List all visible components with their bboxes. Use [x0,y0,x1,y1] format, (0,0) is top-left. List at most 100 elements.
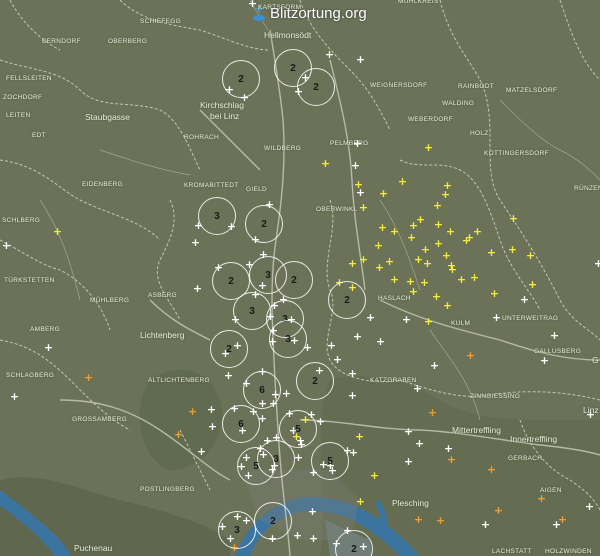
strike-marker-yellow: + [358,253,369,266]
strike-marker-yellow: + [355,495,366,508]
strike-marker-yellow: + [527,278,538,291]
strike-marker-yellow: + [397,175,408,188]
place-label: HOLZWINDEN [545,548,592,555]
strike-cluster[interactable]: 2 [275,261,313,299]
strike-marker-orange: + [536,492,547,505]
strike-marker-recent: + [491,311,502,324]
strike-cluster[interactable]: 5 [311,442,349,480]
strike-marker-recent: + [539,354,550,367]
strike-marker-recent: + [401,313,412,326]
place-label: Mittertreffling [452,425,501,435]
strike-marker-yellow: + [508,212,519,225]
place-label: SCHIEFEGG [140,18,181,25]
strike-marker-recent: + [247,0,258,10]
strike-marker-yellow: + [408,285,419,298]
place-label: ZOCHDORF [3,94,43,101]
cluster-count: 5 [253,460,259,472]
strike-cluster[interactable]: 6 [243,371,281,409]
place-label: GERBACH [508,455,543,462]
cluster-count: 2 [238,73,244,85]
strike-cluster[interactable]: 3 [269,320,307,358]
strike-marker-yellow: + [378,187,389,200]
strike-cluster[interactable]: 2 [328,281,366,319]
cluster-count: 2 [228,275,234,287]
strike-marker-orange: + [173,428,184,441]
strike-marker-yellow: + [419,276,430,289]
strike-marker-recent: + [207,420,218,433]
strike-marker-yellow: + [433,237,444,250]
place-label: Plesching [392,498,429,508]
strike-marker-recent: + [549,329,560,342]
place-label: GROSSAMBERG [72,416,127,423]
place-label: RÜNZENBERG [574,185,600,192]
strike-marker-yellow: + [507,243,518,256]
strike-marker-yellow: + [389,273,400,286]
cluster-count: 2 [290,62,296,74]
strike-marker-orange: + [557,513,568,526]
strike-marker-recent: + [414,437,425,450]
strike-cluster[interactable]: 5 [237,447,275,485]
place-label: KOTTINGERSDORF [484,150,549,157]
strike-marker-yellow: + [489,287,500,300]
cluster-count: 2 [313,81,319,93]
strike-marker-yellow: + [486,246,497,259]
strike-marker-orange: + [446,453,457,466]
cluster-count: 6 [238,418,244,430]
place-label: POSTLINGBERG [140,486,195,493]
strike-marker-yellow: + [353,178,364,191]
strike-cluster[interactable]: 2 [210,330,248,368]
strike-marker-recent: + [355,53,366,66]
strike-marker-recent: + [365,311,376,324]
cluster-count: 3 [285,333,291,345]
place-label: GIELD [246,186,268,193]
cluster-count: 3 [234,524,240,536]
strike-cluster[interactable]: 2 [296,362,334,400]
strike-marker-recent: + [585,408,596,421]
strike-marker-yellow: + [422,257,433,270]
place-label: FELLSLEITEN [6,75,52,82]
strike-cluster[interactable]: 2 [297,68,335,106]
cluster-count: 3 [214,210,220,222]
strike-marker-yellow: + [408,219,419,232]
place-label: LEITEN [6,112,31,119]
strike-cluster[interactable]: 3 [198,197,236,235]
strike-marker-yellow: + [464,231,475,244]
strike-marker-yellow: + [446,259,457,272]
strike-marker-yellow: + [347,257,358,270]
lightning-map[interactable]: Blitzortung.org KARTSFORM MÜHLKREIS Hellmo… [0,0,600,556]
strike-marker-yellow: + [433,218,444,231]
strike-marker-yellow: + [406,231,417,244]
strike-cluster[interactable]: 2 [254,502,292,540]
place-label: KARTSFORM [258,4,302,11]
strike-marker-recent: + [9,390,20,403]
cluster-count: 2 [312,375,318,387]
strike-marker-recent: + [403,455,414,468]
place-label: Staubgasse [85,112,130,122]
place-label: EIDENBERG [82,181,123,188]
strike-cluster[interactable]: 6 [222,405,260,443]
strike-marker-recent: + [480,518,491,531]
strike-marker-recent: + [584,500,595,513]
strike-marker-yellow: + [369,469,380,482]
place-label: HASLACH [378,295,411,302]
place-label: AMBERG [30,326,60,333]
strike-cluster[interactable]: 3 [233,292,271,330]
place-label: G [592,355,599,365]
cluster-count: 6 [259,384,265,396]
strike-cluster[interactable]: 3 [218,511,256,549]
strike-marker-recent: + [196,445,207,458]
strike-cluster[interactable]: 2 [222,60,260,98]
place-label: Kirchschlag [200,100,244,110]
place-label: bei Linz [210,111,240,121]
strike-marker-yellow: + [423,315,434,328]
strike-marker-recent: + [412,382,423,395]
strike-marker-recent: + [348,446,359,459]
cluster-count: 5 [295,423,301,435]
strike-cluster[interactable]: 2 [245,205,283,243]
place-label: WEBERDORF [408,116,453,123]
place-label: UNTERWEITRAG [502,315,559,322]
strike-marker-orange: + [435,514,446,527]
strike-marker-recent: + [350,159,361,172]
strike-marker-yellow: + [377,221,388,234]
place-label: Innertreffling [510,434,558,444]
